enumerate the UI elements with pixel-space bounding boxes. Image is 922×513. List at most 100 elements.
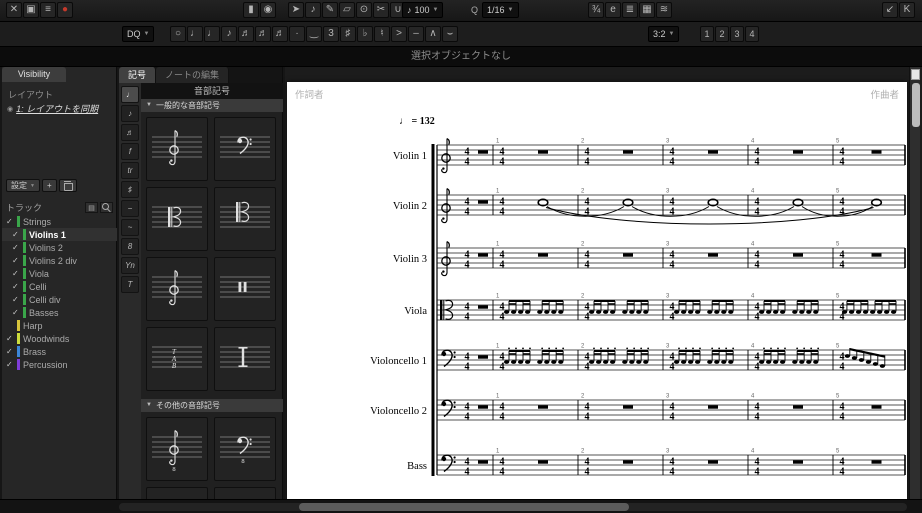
palette-section-header[interactable]: ▼その他の音部記号	[141, 399, 283, 412]
treble-clef-8va-button[interactable]: 8	[146, 487, 208, 499]
record-enable-icon[interactable]: ●	[57, 2, 73, 18]
treble-clef-button[interactable]	[146, 117, 208, 181]
track-visible-checkbox[interactable]: ✓	[12, 282, 20, 291]
tab-note-edit[interactable]: ノートの編集	[156, 67, 229, 83]
triplet-icon[interactable]: 3	[323, 26, 339, 42]
track-visible-checkbox[interactable]: ✓	[12, 256, 20, 265]
dotted-note-icon[interactable]: ·	[289, 26, 305, 42]
insert-velocity-widget[interactable]: ♪ 100 ▼	[402, 2, 443, 18]
bass-clef-button[interactable]	[214, 117, 276, 181]
layout-sync-link[interactable]: ◉ 1: レイアウトを同期	[7, 102, 98, 115]
speaker-monitor-icon[interactable]: ◉	[260, 2, 276, 18]
track-row[interactable]: ✓Strings	[2, 215, 117, 228]
search-icon[interactable]	[100, 202, 113, 213]
folder-icon[interactable]: ▤	[85, 202, 98, 213]
note-eighth-icon[interactable]: ♪	[221, 26, 237, 42]
notes-category-icon[interactable]: ♪	[121, 105, 139, 122]
text-category-icon[interactable]: T	[121, 276, 139, 293]
octave-category-icon[interactable]: 8	[121, 238, 139, 255]
split-tool-icon[interactable]: ✂	[373, 2, 389, 18]
flat-icon[interactable]: ♭	[357, 26, 373, 42]
scroll-up-button[interactable]	[911, 69, 920, 80]
bass-clef-8va-button[interactable]: 8	[214, 487, 276, 499]
sharp-icon[interactable]: ♯	[340, 26, 356, 42]
slur-icon[interactable]: ⌣	[442, 26, 458, 42]
null-clef-button[interactable]	[214, 327, 276, 391]
track-row[interactable]: ✓Violins 2 div	[2, 254, 117, 267]
track-row[interactable]: ✓Basses	[2, 306, 117, 319]
zoom-tool-icon[interactable]: ⊙	[356, 2, 372, 18]
quantize-triplet-icon[interactable]: ¾	[588, 2, 604, 18]
accidentals-category-icon[interactable]: ♯	[121, 181, 139, 198]
track-row[interactable]: ✓Brass	[2, 345, 117, 358]
add-track-button[interactable]: +	[42, 179, 57, 192]
note-16th-icon[interactable]: ♬	[238, 26, 254, 42]
pencil-tool-icon[interactable]: ✎	[322, 2, 338, 18]
track-row[interactable]: ✓Violins 1	[2, 228, 117, 241]
track-row[interactable]: ✓Celli	[2, 280, 117, 293]
track-visible-checkbox[interactable]: ✓	[12, 230, 20, 239]
voice-3-button[interactable]: 3	[730, 26, 744, 42]
track-row[interactable]: ✓Celli div	[2, 293, 117, 306]
natural-icon[interactable]: ♮	[374, 26, 390, 42]
marcato-icon[interactable]: ∧	[425, 26, 441, 42]
bass-clef-8vb-button[interactable]: 8	[214, 417, 276, 481]
restore-window-icon[interactable]: ↙	[882, 2, 898, 18]
track-row[interactable]: ✓Percussion	[2, 358, 117, 371]
tenor-clef-button[interactable]	[214, 187, 276, 251]
score-vertical-scrollbar[interactable]	[909, 67, 920, 499]
display-quantize-dropdown[interactable]: DQ ▼	[122, 26, 154, 42]
track-visible-checkbox[interactable]: ✓	[6, 360, 14, 369]
ornaments-category-icon[interactable]: tr	[121, 162, 139, 179]
noteheads-category-icon[interactable]: Yn	[121, 257, 139, 274]
layout-settings-icon[interactable]: ≋	[656, 2, 672, 18]
tab-visibility[interactable]: Visibility	[2, 67, 66, 82]
keyboard-focus-icon[interactable]: K	[899, 2, 915, 18]
score-page[interactable]: 作詞者作曲者♩ = 132Violin 112345444444444444Vi…	[287, 82, 907, 499]
object-selection-tool-icon[interactable]: ➤	[288, 2, 304, 18]
track-row[interactable]: ✓Violins 2	[2, 241, 117, 254]
track-visible-checkbox[interactable]: ✓	[12, 269, 20, 278]
track-visible-checkbox[interactable]: ✓	[12, 308, 20, 317]
track-row[interactable]: Harp	[2, 319, 117, 332]
track-visible-checkbox[interactable]: ✓	[12, 295, 20, 304]
voice-4-button[interactable]: 4	[745, 26, 759, 42]
percussion-clef-button[interactable]	[214, 257, 276, 321]
dynamics-category-icon[interactable]: f	[121, 143, 139, 160]
window-layout-icon[interactable]: ▣	[23, 2, 39, 18]
score-canvas[interactable]: 作詞者作曲者♩ = 132Violin 112345444444444444Vi…	[287, 82, 907, 499]
tuplet-dropdown[interactable]: 3:2 ▼	[648, 26, 679, 42]
grid-display-icon[interactable]: ≣	[622, 2, 638, 18]
setup-list-icon[interactable]: ≡	[40, 2, 56, 18]
delete-track-button[interactable]	[59, 179, 77, 192]
note-32nd-icon[interactable]: ♬	[255, 26, 271, 42]
quantize-widget[interactable]: Q 1/16 ▼	[468, 2, 519, 18]
tab-symbols[interactable]: 記号	[119, 67, 156, 83]
lines-category-icon[interactable]: −	[121, 200, 139, 217]
note-insert-tool-icon[interactable]: ♪	[305, 2, 321, 18]
horizontal-scrollbar[interactable]	[119, 503, 907, 511]
rests-category-icon[interactable]: ♬	[121, 124, 139, 141]
tab-clef-button[interactable]: TAB	[146, 327, 208, 391]
settings-button[interactable]: 設定 ▼	[6, 179, 40, 192]
slurs-category-icon[interactable]: ~	[121, 219, 139, 236]
track-row[interactable]: ✓Woodwinds	[2, 332, 117, 345]
track-row[interactable]: ✓Viola	[2, 267, 117, 280]
treble-clef-small-button[interactable]	[146, 257, 208, 321]
accent-icon[interactable]: >	[391, 26, 407, 42]
tenuto-icon[interactable]: –	[408, 26, 424, 42]
note-64th-icon[interactable]: ♬	[272, 26, 288, 42]
voice-2-button[interactable]: 2	[715, 26, 729, 42]
close-icon[interactable]: ✕	[6, 2, 22, 18]
track-visible-checkbox[interactable]: ✓	[12, 243, 20, 252]
alto-clef-button[interactable]	[146, 187, 208, 251]
track-visible-checkbox[interactable]: ✓	[6, 334, 14, 343]
treble-clef-8vb-button[interactable]: 8	[146, 417, 208, 481]
note-quarter-icon[interactable]: ♩	[204, 26, 220, 42]
bar-handling-icon[interactable]: ▦	[639, 2, 655, 18]
note-half-icon[interactable]: ♩	[187, 26, 203, 42]
track-visible-checkbox[interactable]: ✓	[6, 217, 14, 226]
scrollbar-thumb[interactable]	[912, 83, 920, 127]
scrollbar-thumb[interactable]	[299, 503, 629, 511]
note-whole-icon[interactable]: ○	[170, 26, 186, 42]
